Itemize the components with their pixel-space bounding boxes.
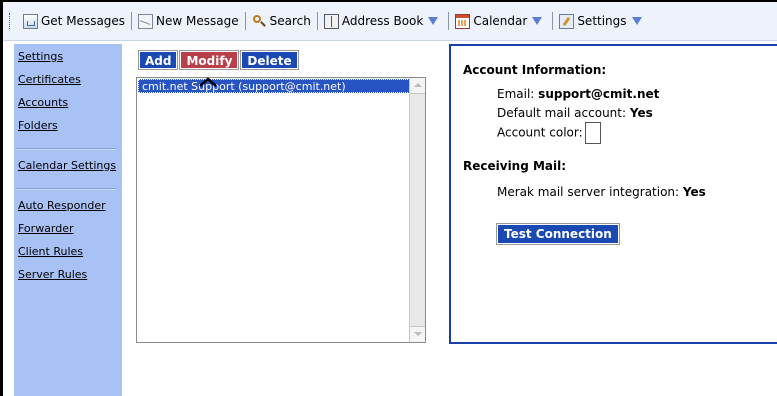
address-book-label: Address Book — [341, 14, 424, 28]
account-color-swatch[interactable] — [584, 122, 601, 144]
scroll-up-icon[interactable] — [410, 78, 425, 94]
account-color-label: Account color: — [497, 125, 583, 140]
settings-label: Settings — [577, 14, 627, 28]
toolbar-separator — [552, 12, 554, 30]
settings-icon — [559, 13, 575, 29]
sidebar-item-auto-responder[interactable]: Auto Responder — [18, 199, 122, 222]
sidebar-item-calendar-settings[interactable]: Calendar Settings — [18, 159, 122, 182]
calendar-label: Calendar — [473, 14, 528, 28]
delete-button[interactable]: Delete — [240, 50, 299, 70]
sidebar-item-accounts[interactable]: Accounts — [18, 96, 122, 119]
test-connection-button[interactable]: Test Connection — [496, 223, 620, 245]
sidebar-divider — [16, 188, 116, 190]
list-item[interactable]: cmit.net Support (support@cmit.net) — [138, 79, 410, 93]
sidebar-item-client-rules[interactable]: Client Rules — [18, 245, 122, 268]
address-book-button[interactable]: Address Book — [320, 10, 446, 32]
default-account-value: Yes — [629, 106, 653, 120]
sidebar-item-server-rules[interactable]: Server Rules — [18, 268, 122, 291]
merak-label: Merak mail server integration: — [497, 185, 680, 199]
merak-row: Merak mail server integration: Yes — [497, 185, 706, 199]
address-book-icon — [323, 13, 339, 29]
sidebar-item-folders[interactable]: Folders — [18, 119, 122, 142]
account-info-heading: Account Information: — [463, 63, 607, 77]
get-messages-label: Get Messages — [41, 14, 126, 28]
new-message-label: New Message — [156, 14, 239, 28]
receiving-mail-heading: Receiving Mail: — [463, 159, 567, 173]
toolbar-separator — [448, 12, 450, 30]
search-button[interactable]: Search — [248, 10, 315, 32]
scroll-down-icon[interactable] — [410, 326, 425, 342]
main-toolbar: Get Messages New Message Search Address … — [3, 2, 777, 41]
account-list[interactable]: cmit.net Support (support@cmit.net) — [136, 77, 426, 343]
calendar-icon — [455, 13, 471, 29]
account-actions: Add Modify Delete — [137, 50, 299, 70]
chevron-down-icon[interactable] — [532, 17, 543, 25]
search-label: Search — [269, 14, 311, 28]
mouse-cursor-icon — [199, 77, 217, 87]
add-button[interactable]: Add — [137, 50, 179, 70]
sidebar-divider — [16, 148, 116, 150]
sidebar-item-certificates[interactable]: Certificates — [18, 73, 122, 96]
default-account-row: Default mail account: Yes — [497, 106, 653, 120]
modify-button[interactable]: Modify — [179, 50, 240, 70]
toolbar-grip[interactable] — [9, 13, 13, 29]
window-left-border — [0, 0, 3, 396]
merak-value: Yes — [682, 185, 706, 199]
toolbar-separator — [131, 12, 133, 30]
new-message-button[interactable]: New Message — [134, 10, 243, 32]
toolbar-separator — [316, 12, 318, 30]
envelope-icon — [138, 13, 154, 29]
calendar-button[interactable]: Calendar — [451, 10, 550, 32]
search-icon — [252, 14, 267, 29]
account-info-panel: Account Information: Email: support@cmit… — [449, 44, 777, 344]
scrollbar[interactable] — [409, 78, 425, 342]
sidebar-item-forwarder[interactable]: Forwarder — [18, 222, 122, 245]
get-messages-icon — [23, 13, 38, 29]
sidebar-item-settings[interactable]: Settings — [18, 50, 122, 73]
default-account-label: Default mail account: — [497, 106, 627, 120]
chevron-down-icon[interactable] — [428, 17, 439, 25]
chevron-down-icon[interactable] — [631, 17, 642, 25]
email-value: support@cmit.net — [538, 87, 660, 101]
email-label: Email: — [497, 87, 535, 101]
toolbar-separator — [244, 12, 246, 30]
settings-sidebar: Settings Certificates Accounts Folders C… — [14, 44, 122, 396]
settings-button[interactable]: Settings — [555, 10, 649, 32]
get-messages-button[interactable]: Get Messages — [19, 10, 129, 32]
account-color-row: Account color: — [497, 122, 601, 144]
email-row: Email: support@cmit.net — [497, 87, 659, 101]
